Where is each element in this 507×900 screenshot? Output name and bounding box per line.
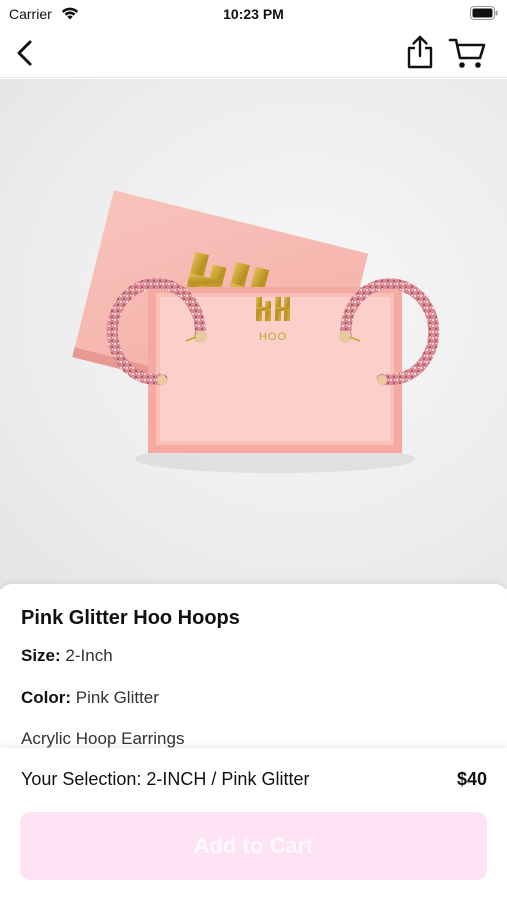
add-to-cart-button[interactable]: Add to Cart xyxy=(20,812,487,880)
product-details-sheet: Pink Glitter Hoo Hoops Size: 2-Inch Colo… xyxy=(0,584,507,750)
navigation-bar xyxy=(0,28,507,78)
chevron-left-icon[interactable] xyxy=(10,37,42,69)
color-label: Color: xyxy=(21,688,72,707)
add-to-cart-label: Add to Cart xyxy=(193,833,314,858)
size-value: 2-Inch xyxy=(65,646,113,665)
color-value: Pink Glitter xyxy=(75,688,159,707)
color-spec: Color: Pink Glitter xyxy=(21,688,159,708)
size-label: Size: xyxy=(21,646,61,665)
product-title: Pink Glitter Hoo Hoops xyxy=(21,607,240,629)
purchase-bar: Your Selection: 2-INCH / Pink Glitter $4… xyxy=(0,748,507,900)
cart-icon[interactable] xyxy=(448,34,486,70)
clock-time: 10:23 PM xyxy=(223,6,284,22)
status-bar: Carrier 10:23 PM xyxy=(0,0,507,28)
price-label: $40 xyxy=(456,769,487,789)
box-base: HOO xyxy=(106,277,440,453)
product-description: Acrylic Hoop Earrings xyxy=(21,729,185,748)
battery-icon xyxy=(470,6,498,20)
earrings-box-illustration: HOO xyxy=(72,190,440,473)
product-image[interactable]: HOO xyxy=(0,79,507,589)
size-spec: Size: 2-Inch xyxy=(21,646,113,666)
selection-summary: Your Selection: 2-INCH / Pink Glitter xyxy=(21,769,310,789)
box-brand-text: HOO xyxy=(259,331,287,343)
share-icon[interactable] xyxy=(403,34,437,70)
